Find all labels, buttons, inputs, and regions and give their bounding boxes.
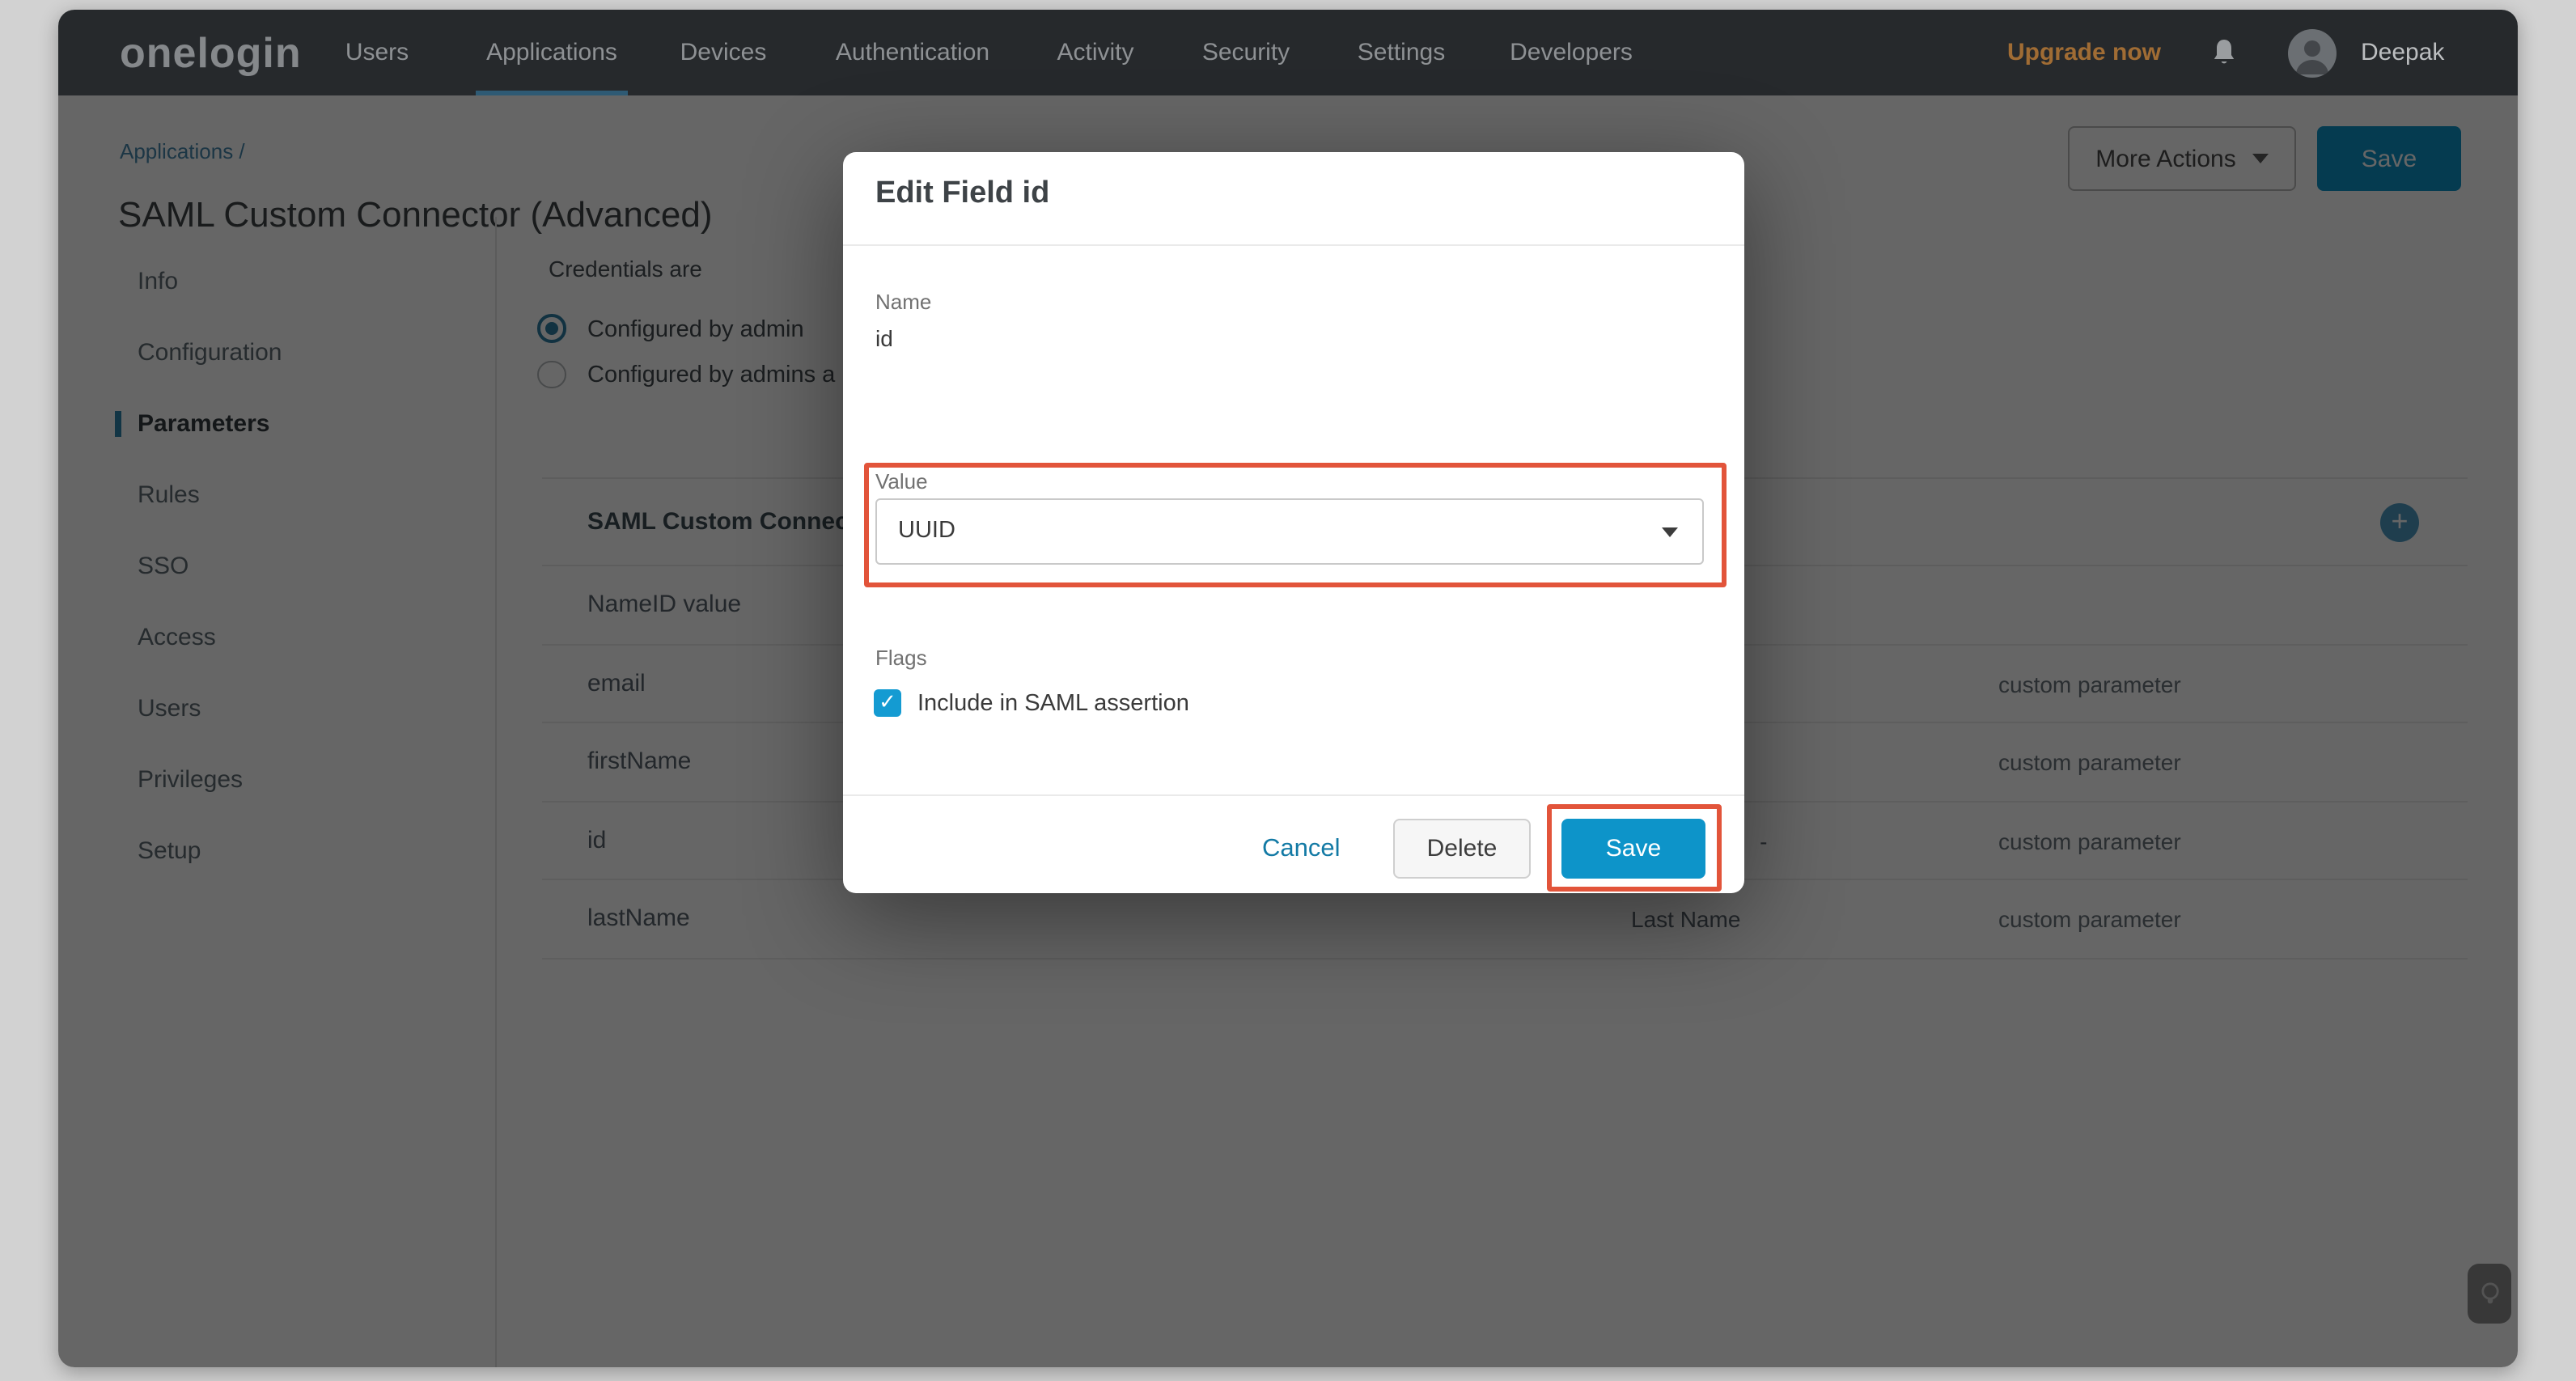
checkbox-label: Include in SAML assertion bbox=[917, 691, 1189, 717]
value-selected-option: UUID bbox=[898, 500, 955, 563]
nav-item-authentication[interactable]: Authentication bbox=[836, 10, 989, 95]
name-label: Name bbox=[875, 290, 931, 314]
edit-field-modal: Edit Field id Name id Value UUID Flags ✓… bbox=[843, 152, 1744, 893]
nav-item-security[interactable]: Security bbox=[1202, 10, 1290, 95]
value-select[interactable]: UUID bbox=[875, 498, 1704, 565]
bell-icon[interactable] bbox=[2210, 37, 2238, 68]
nav-item-developers[interactable]: Developers bbox=[1510, 10, 1633, 95]
upgrade-now-link[interactable]: Upgrade now bbox=[2007, 10, 2161, 95]
avatar[interactable] bbox=[2288, 28, 2337, 77]
include-in-saml-assertion-checkbox[interactable]: ✓ bbox=[874, 689, 901, 717]
delete-button[interactable]: Delete bbox=[1393, 819, 1531, 879]
nav-item-settings[interactable]: Settings bbox=[1358, 10, 1445, 95]
nav-item-users[interactable]: Users bbox=[345, 10, 409, 95]
app-window: onelogin Users Applications Devices Auth… bbox=[58, 10, 2518, 1367]
top-nav: onelogin Users Applications Devices Auth… bbox=[58, 10, 2518, 95]
modal-footer-divider bbox=[843, 794, 1744, 796]
active-tab-underline bbox=[476, 90, 628, 95]
nav-item-activity[interactable]: Activity bbox=[1057, 10, 1133, 95]
onelogin-logo: onelogin bbox=[120, 28, 302, 78]
cancel-button[interactable]: Cancel bbox=[1262, 835, 1341, 864]
chevron-down-icon bbox=[1662, 527, 1678, 537]
modal-title: Edit Field id bbox=[875, 176, 1049, 212]
nav-item-applications[interactable]: Applications bbox=[486, 10, 617, 95]
save-button[interactable]: Save bbox=[1561, 819, 1705, 879]
value-label: Value bbox=[875, 469, 928, 494]
flags-label: Flags bbox=[875, 646, 927, 670]
screen: onelogin Users Applications Devices Auth… bbox=[0, 0, 2576, 1381]
name-value: id bbox=[875, 325, 893, 351]
nav-item-devices[interactable]: Devices bbox=[680, 10, 767, 95]
modal-header-divider bbox=[843, 244, 1744, 246]
user-menu[interactable]: Deepak bbox=[2361, 10, 2444, 95]
